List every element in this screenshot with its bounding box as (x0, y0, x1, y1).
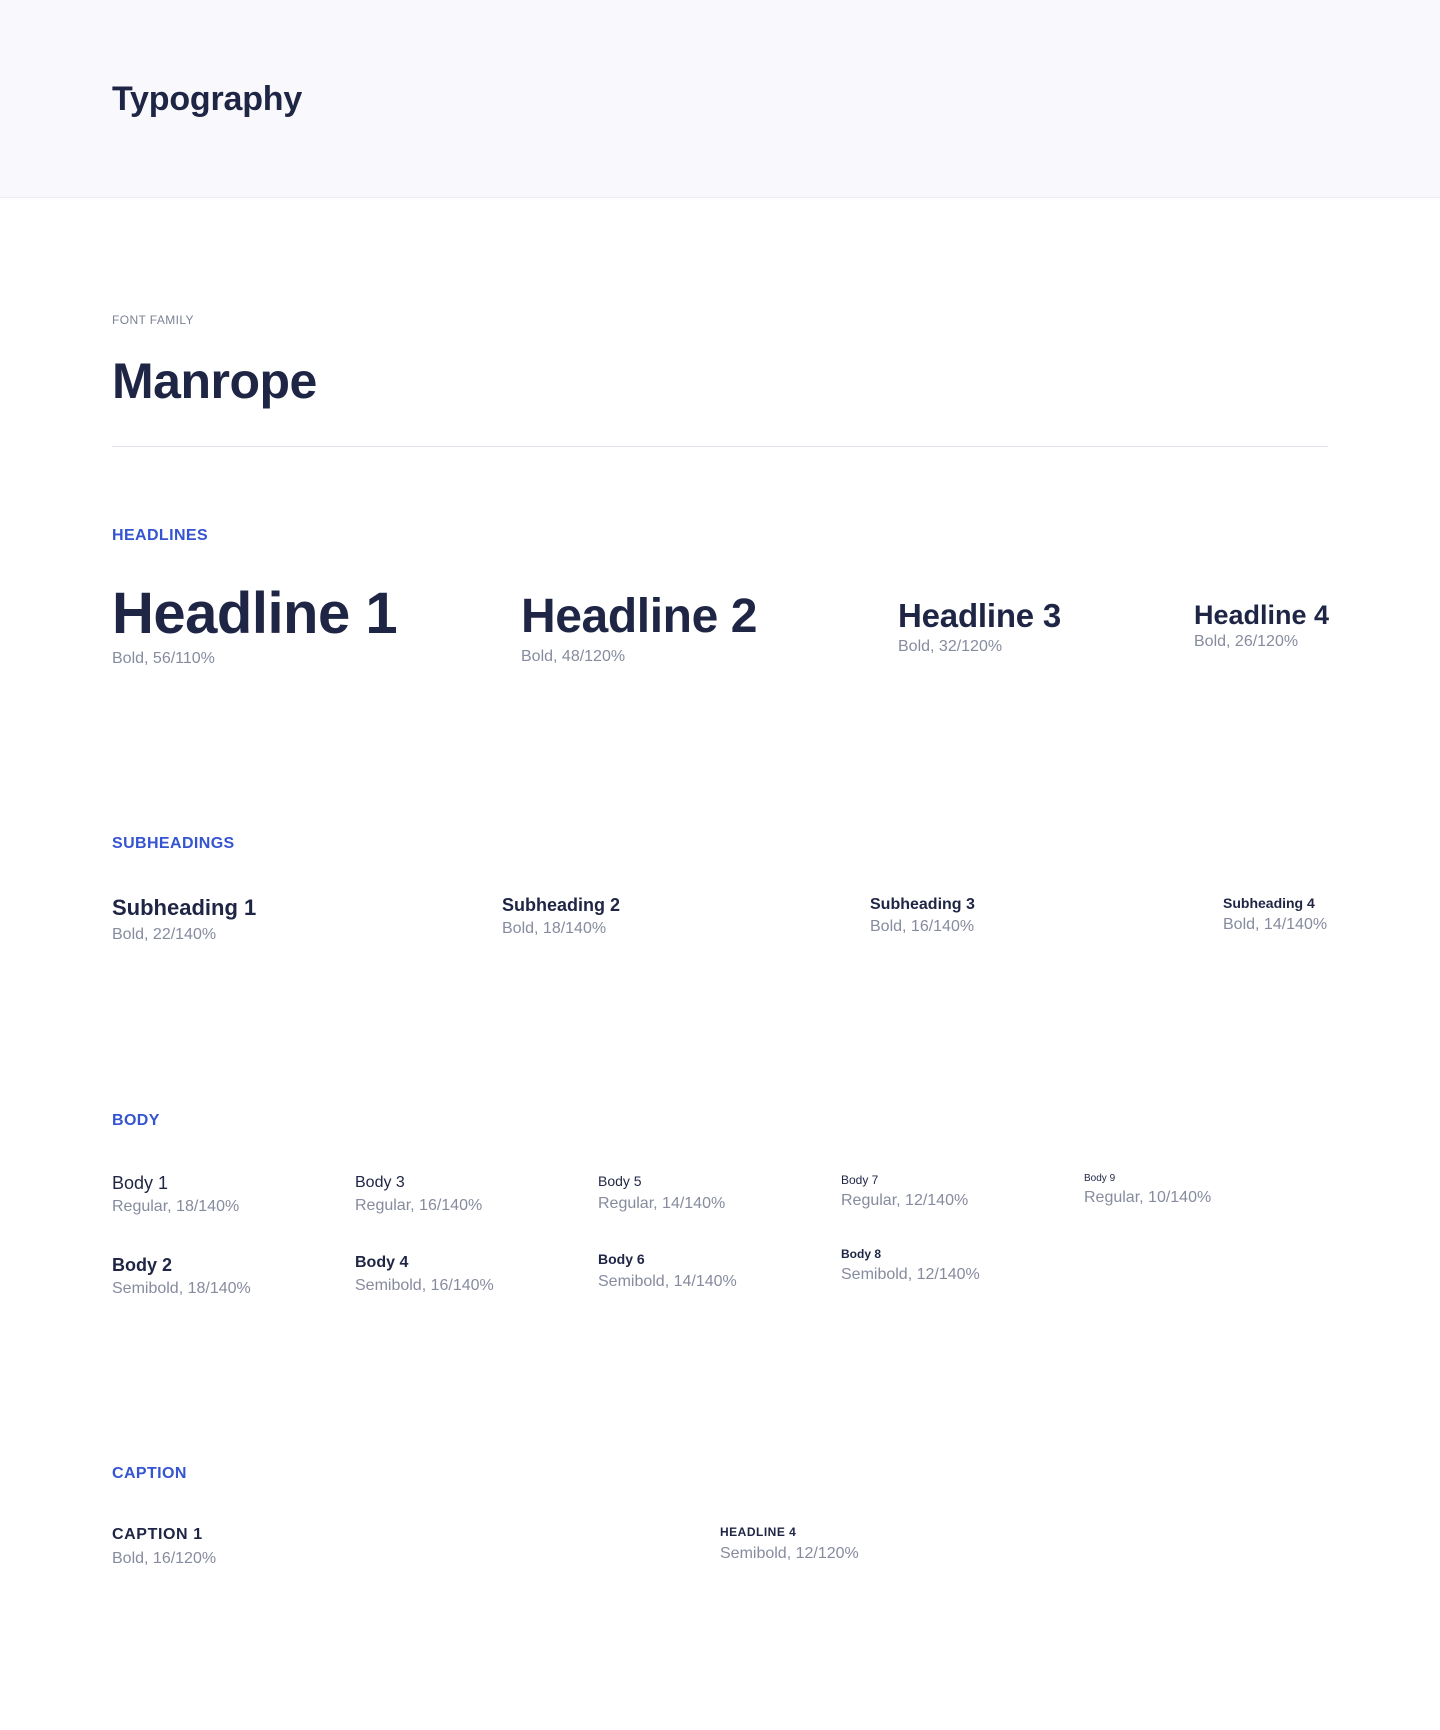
subheading-2-name: Subheading 2 (502, 895, 621, 915)
body-1-name: Body 1 (112, 1173, 169, 1193)
caption-1-name: CAPTION 1 (112, 1526, 203, 1543)
subheading-4-name: Subheading 4 (1223, 895, 1315, 911)
headline-2-name: Headline 2 (521, 590, 758, 643)
subheading-4-spec: Bold, 14/140% (1223, 915, 1328, 933)
body-6-spec: Semibold, 14/140% (598, 1272, 737, 1290)
body-2-spec: Semibold, 18/140% (112, 1280, 251, 1298)
subheadings-section-label: SUBHEADINGS (112, 835, 235, 852)
page-header: Typography (0, 0, 1440, 198)
subheading-2-spec: Bold, 18/140% (502, 920, 607, 938)
subheading-2-sample: Subheading 2 Bold, 18/140% (502, 893, 620, 938)
body-8-name: Body 8 (841, 1247, 882, 1261)
headline-4-sample: Headline 4 Bold, 26/120% (1194, 599, 1329, 651)
body-4-name: Body 4 (355, 1254, 409, 1271)
font-family-name: Manrope (112, 353, 317, 409)
body-9-spec: Regular, 10/140% (1084, 1189, 1212, 1206)
body-6-sample: Body 6 Semibold, 14/140% (598, 1250, 737, 1291)
body-1-sample: Body 1 Regular, 18/140% (112, 1171, 239, 1216)
body-3-spec: Regular, 16/140% (355, 1197, 483, 1215)
headline-4-name: Headline 4 (1194, 600, 1330, 630)
body-1-spec: Regular, 18/140% (112, 1198, 240, 1216)
body-9-sample: Body 9 Regular, 10/140% (1084, 1172, 1211, 1207)
subheading-1-spec: Bold, 22/140% (112, 925, 217, 943)
body-7-name: Body 7 (841, 1173, 879, 1187)
body-3-sample: Body 3 Regular, 16/140% (355, 1172, 482, 1215)
headline-1-sample: Headline 1 Bold, 56/110% (112, 581, 398, 668)
headline-2-spec: Bold, 48/120% (521, 647, 626, 665)
page-title: Typography (112, 80, 303, 118)
headline-1-spec: Bold, 56/110% (112, 649, 215, 667)
headline-1-name: Headline 1 (112, 581, 398, 646)
subheading-3-name: Subheading 3 (870, 896, 975, 913)
body-5-sample: Body 5 Regular, 14/140% (598, 1172, 725, 1213)
caption-1-spec: Bold, 16/120% (112, 1550, 217, 1568)
body-4-spec: Semibold, 16/140% (355, 1277, 494, 1295)
body-5-name: Body 5 (598, 1173, 642, 1189)
font-family-label: FONT FAMILY (112, 313, 194, 327)
subheading-1-sample: Subheading 1 Bold, 22/140% (112, 893, 256, 944)
section-divider (112, 446, 1328, 447)
caption-2-spec: Semibold, 12/120% (720, 1545, 859, 1563)
subheading-3-spec: Bold, 16/140% (870, 918, 975, 936)
body-section-label: BODY (112, 1112, 160, 1129)
body-7-sample: Body 7 Regular, 12/140% (841, 1172, 968, 1210)
headlines-section-label: HEADLINES (112, 527, 209, 544)
headline-3-sample: Headline 3 Bold, 32/120% (898, 596, 1061, 656)
body-2-name: Body 2 (112, 1255, 173, 1275)
headline-4-spec: Bold, 26/120% (1194, 633, 1299, 651)
body-7-spec: Regular, 12/140% (841, 1191, 969, 1209)
body-8-sample: Body 8 Semibold, 12/140% (841, 1246, 980, 1284)
body-9-name: Body 9 (1084, 1173, 1116, 1184)
body-3-name: Body 3 (355, 1174, 405, 1191)
headline-3-name: Headline 3 (898, 597, 1062, 634)
caption-2-sample: HEADLINE 4 Semibold, 12/120% (720, 1525, 859, 1563)
headline-2-sample: Headline 2 Bold, 48/120% (521, 588, 758, 666)
caption-1-sample: CAPTION 1 Bold, 16/120% (112, 1525, 216, 1568)
body-5-spec: Regular, 14/140% (598, 1194, 726, 1212)
headline-3-spec: Bold, 32/120% (898, 637, 1003, 655)
caption-section-label: CAPTION (112, 1465, 187, 1482)
subheading-4-sample: Subheading 4 Bold, 14/140% (1223, 894, 1327, 934)
body-6-name: Body 6 (598, 1251, 645, 1267)
body-4-sample: Body 4 Semibold, 16/140% (355, 1252, 494, 1295)
subheading-3-sample: Subheading 3 Bold, 16/140% (870, 894, 975, 936)
body-2-sample: Body 2 Semibold, 18/140% (112, 1253, 251, 1298)
body-8-spec: Semibold, 12/140% (841, 1265, 980, 1283)
subheading-1-name: Subheading 1 (112, 895, 257, 920)
caption-2-name: HEADLINE 4 (720, 1525, 797, 1539)
